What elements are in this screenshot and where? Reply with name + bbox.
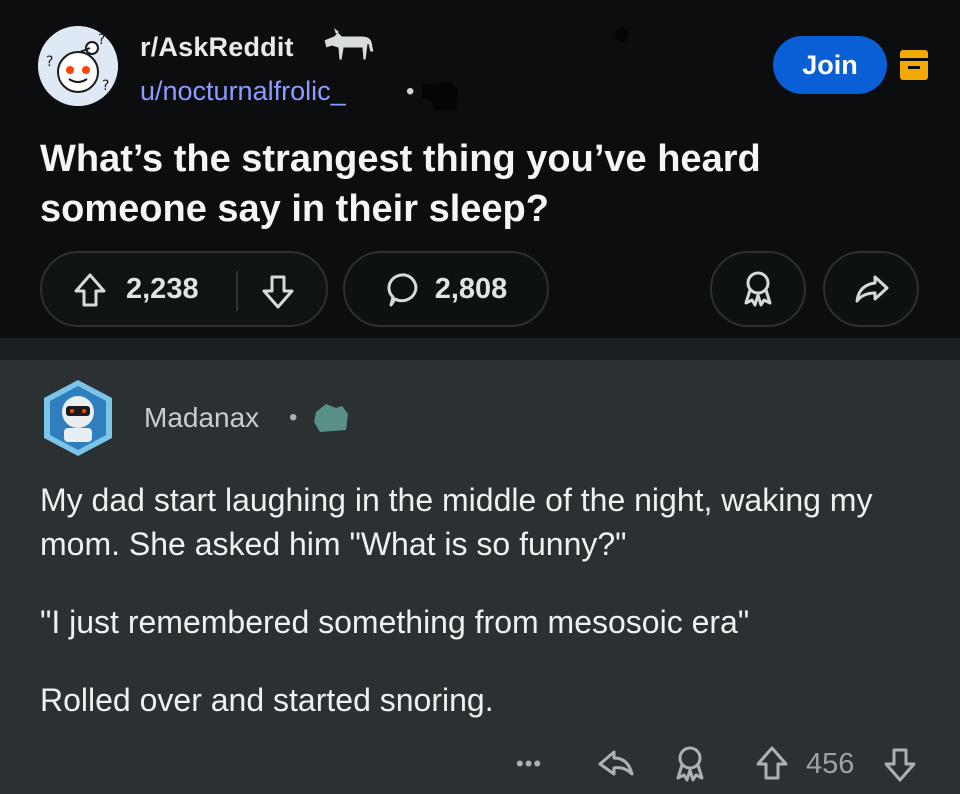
reply-button[interactable]	[596, 742, 636, 786]
comment-count: 2,808	[434, 272, 508, 305]
vote-control: 2,238	[40, 251, 328, 327]
award-icon	[676, 746, 704, 782]
svg-text:?: ?	[102, 78, 109, 94]
award-icon	[744, 271, 772, 307]
share-button[interactable]	[823, 251, 919, 327]
more-icon: •••	[516, 751, 543, 776]
comment-paragraph: Rolled over and started snoring.	[40, 682, 494, 718]
comment-paragraph: "I just remembered something from mesoso…	[40, 604, 750, 640]
post-title[interactable]: What’s the strangest thing you’ve heard …	[40, 134, 920, 234]
upvote-count: 2,238	[126, 273, 199, 305]
downvote-icon	[884, 748, 916, 782]
share-icon	[855, 275, 889, 303]
reply-icon	[598, 750, 634, 776]
redaction-mark	[314, 404, 348, 432]
redaction-dot	[615, 28, 629, 42]
join-button[interactable]: Join	[773, 36, 887, 94]
post-card: ? ? ? r/AskReddit u/nocturnalfrolic_ • J…	[0, 0, 960, 338]
donkey-icon	[323, 28, 375, 61]
comment-card: Madanax • My dad start laughing in the m…	[0, 360, 960, 794]
meta-separator: •	[406, 78, 415, 105]
comments-button[interactable]: 2,808	[343, 251, 549, 327]
subreddit-avatar[interactable]: ? ? ?	[38, 26, 118, 106]
upvote-button[interactable]	[754, 742, 790, 786]
comment-body: My dad start laughing in the middle of t…	[40, 478, 930, 756]
svg-text:?: ?	[46, 54, 53, 70]
svg-text:?: ?	[98, 32, 105, 48]
post-author[interactable]: u/nocturnalfrolic_	[140, 76, 346, 107]
upvote-icon	[756, 746, 788, 780]
more-button[interactable]: •••	[516, 742, 542, 786]
commenter-avatar[interactable]	[40, 378, 116, 458]
upvote-icon[interactable]	[72, 271, 108, 311]
award-button[interactable]	[670, 742, 710, 786]
vote-divider	[236, 271, 238, 311]
downvote-icon[interactable]	[260, 271, 296, 311]
section-divider	[0, 338, 960, 360]
downvote-button[interactable]	[882, 742, 918, 786]
meta-separator: •	[289, 404, 298, 431]
award-button[interactable]	[710, 251, 806, 327]
subreddit-name[interactable]: r/AskReddit	[140, 32, 294, 63]
comment-score: 456	[806, 747, 855, 780]
comment-icon	[387, 273, 418, 307]
comment-paragraph: My dad start laughing in the middle of t…	[40, 482, 873, 562]
comment-actions: ••• 456	[0, 742, 960, 786]
comment-author[interactable]: Madanax	[144, 402, 259, 434]
redaction-mark	[422, 82, 458, 110]
archive-icon[interactable]	[898, 48, 930, 82]
